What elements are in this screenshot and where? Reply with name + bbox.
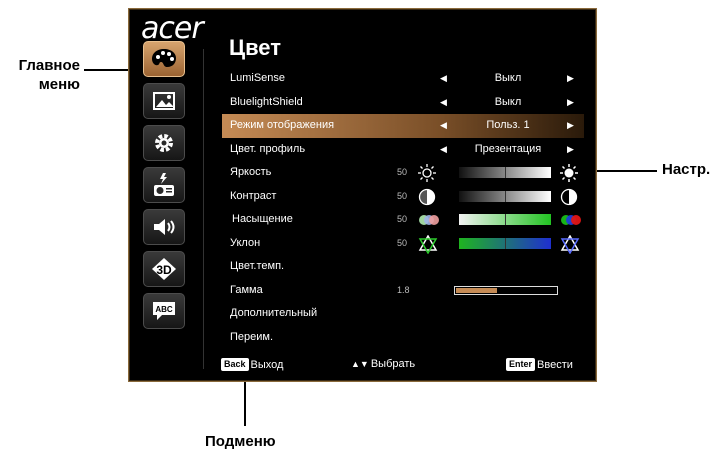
arrow-left-icon[interactable]: ◀ xyxy=(440,91,447,115)
row-tint[interactable]: Уклон 50 xyxy=(222,232,584,256)
page-title: Цвет xyxy=(229,35,282,60)
hint-back[interactable]: Back Выход xyxy=(221,358,283,371)
palette-icon[interactable] xyxy=(143,41,185,77)
row-value: Польз. 1 xyxy=(486,119,530,131)
menu-divider xyxy=(203,49,204,369)
select-arrows-icon: ▲▼ xyxy=(351,359,369,370)
slider-marker xyxy=(505,237,506,249)
row-color-temp[interactable]: Цвет.темп. xyxy=(222,255,584,279)
row-label: Режим отображения xyxy=(230,119,335,131)
arrow-right-icon[interactable]: ▶ xyxy=(567,138,574,162)
row-contrast[interactable]: Контраст 50 xyxy=(222,185,584,209)
select-label: Выбрать xyxy=(370,358,416,371)
row-display-mode[interactable]: Режим отображения ◀ Польз. 1 ▶ xyxy=(222,114,584,138)
row-label: Переим. xyxy=(230,330,274,343)
contrast-slider[interactable] xyxy=(459,190,551,202)
brightness-slider[interactable] xyxy=(459,167,551,178)
callout-submenu: Подменю xyxy=(205,433,276,450)
row-value: Выкл xyxy=(494,95,522,108)
callout-main-menu: Главное меню xyxy=(8,56,80,94)
gear-icon[interactable] xyxy=(143,125,185,161)
osd-window: acer 3D ABC Цвет LumiSense ◀ Выкл ▶ Blue… xyxy=(128,8,597,382)
arrow-left-icon[interactable]: ◀ xyxy=(440,67,447,91)
row-label: Цвет.темп. xyxy=(230,260,285,272)
row-advanced[interactable]: Дополнительный xyxy=(222,302,584,326)
gamma-fill xyxy=(456,287,497,293)
saturation-slider[interactable] xyxy=(459,214,551,225)
row-label: Яркость xyxy=(230,166,272,178)
row-label: LumiSense xyxy=(230,72,286,84)
row-lumisense[interactable]: LumiSense ◀ Выкл ▶ xyxy=(222,67,584,91)
row-color-profile[interactable]: Цвет. профиль ◀ Презентация ▶ xyxy=(222,138,584,162)
3d-icon[interactable]: 3D xyxy=(143,251,185,287)
main-menu: 3D ABC xyxy=(143,41,191,335)
row-label: Насыщение xyxy=(232,213,293,225)
callout-main-menu-line2: меню xyxy=(38,76,80,93)
row-value: Выкл xyxy=(494,72,522,84)
row-number: 50 xyxy=(397,214,408,224)
svg-text:ABC: ABC xyxy=(155,305,173,314)
row-saturation[interactable]: Насыщение 50 xyxy=(222,208,584,232)
row-number: 50 xyxy=(397,190,408,201)
slider-marker xyxy=(505,167,506,178)
back-label: Выход xyxy=(250,358,284,371)
footer-hints: Back Выход ▲▼ Выбрать Enter Ввести xyxy=(221,356,591,374)
row-label: Дополнительный xyxy=(230,307,318,319)
speaker-icon[interactable] xyxy=(143,209,185,245)
row-label: Контраст xyxy=(230,189,277,202)
row-label: Гамма xyxy=(230,283,263,296)
gamma-slider[interactable] xyxy=(454,285,558,295)
callout-main-menu-line1: Главное xyxy=(18,57,80,74)
tint-slider[interactable] xyxy=(459,237,551,249)
row-number: 50 xyxy=(397,237,408,248)
slider-marker xyxy=(505,214,506,225)
enter-label: Ввести xyxy=(537,358,573,371)
arrow-right-icon[interactable]: ▶ xyxy=(567,67,574,91)
row-brightness[interactable]: Яркость 50 xyxy=(222,161,584,185)
row-value: Презентация xyxy=(474,142,542,155)
row-label: Уклон xyxy=(230,236,261,249)
row-gamma[interactable]: Гамма 1.8 xyxy=(222,279,584,303)
svg-text:3D: 3D xyxy=(156,263,172,277)
hint-select: ▲▼ Выбрать xyxy=(349,358,415,370)
row-rename[interactable]: Переим. xyxy=(222,326,584,350)
arrow-left-icon[interactable]: ◀ xyxy=(440,138,447,162)
row-number: 50 xyxy=(397,167,408,177)
enter-key[interactable]: Enter xyxy=(506,358,536,371)
submenu-list: LumiSense ◀ Выкл ▶ BluelightShield ◀ Вык… xyxy=(222,67,584,349)
image-icon[interactable] xyxy=(143,83,185,119)
back-key[interactable]: Back xyxy=(221,358,249,371)
abc-icon[interactable]: ABC xyxy=(143,293,185,329)
row-number: 1.8 xyxy=(397,284,410,295)
row-label: BluelightShield xyxy=(230,95,303,108)
slider-marker xyxy=(505,190,506,202)
callout-settings: Настр. xyxy=(662,161,711,178)
row-bluelightshield[interactable]: BluelightShield ◀ Выкл ▶ xyxy=(222,91,584,115)
arrow-right-icon[interactable]: ▶ xyxy=(567,91,574,115)
arrow-left-icon[interactable]: ◀ xyxy=(440,114,447,138)
projector-icon[interactable] xyxy=(143,167,185,203)
hint-enter[interactable]: Enter Ввести xyxy=(506,358,573,371)
arrow-right-icon[interactable]: ▶ xyxy=(567,114,574,138)
row-label: Цвет. профиль xyxy=(230,142,306,155)
